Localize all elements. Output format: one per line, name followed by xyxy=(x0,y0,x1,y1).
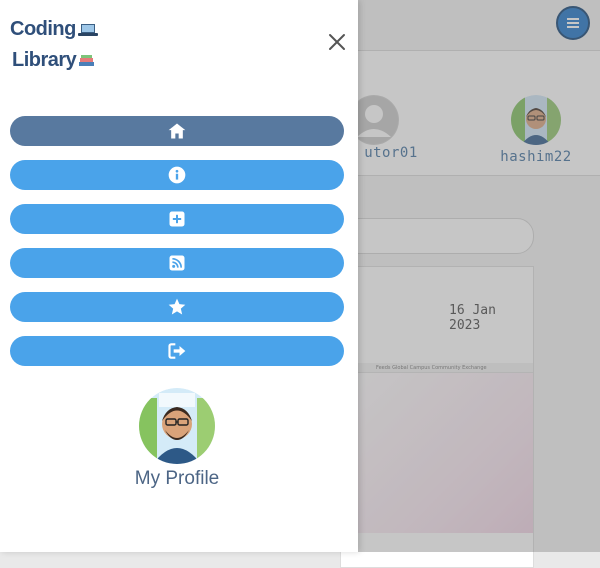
rss-icon xyxy=(169,255,185,271)
logout-icon xyxy=(168,343,186,359)
nav-favorites[interactable] xyxy=(10,292,344,322)
my-profile-link[interactable]: My Profile xyxy=(132,388,222,490)
close-icon xyxy=(329,34,345,50)
home-icon xyxy=(168,123,186,139)
drawer-nav xyxy=(10,116,344,380)
side-drawer: Coding Library My Profile xyxy=(0,0,358,552)
nav-home[interactable] xyxy=(10,116,344,146)
profile-label: My Profile xyxy=(134,468,220,489)
nav-logout[interactable] xyxy=(10,336,344,366)
add-icon xyxy=(169,211,185,227)
brand-line-1: Coding xyxy=(10,18,76,40)
laptop-icon xyxy=(77,23,98,36)
close-button[interactable] xyxy=(326,31,348,53)
star-icon xyxy=(168,298,186,315)
brand-logo[interactable]: Coding Library xyxy=(10,18,98,72)
books-icon xyxy=(79,54,95,66)
nav-add-post[interactable] xyxy=(10,204,344,234)
brand-line-2: Library xyxy=(12,49,77,71)
nav-about[interactable] xyxy=(10,160,344,190)
info-icon xyxy=(168,166,186,184)
profile-avatar xyxy=(139,388,215,464)
nav-feed[interactable] xyxy=(10,248,344,278)
